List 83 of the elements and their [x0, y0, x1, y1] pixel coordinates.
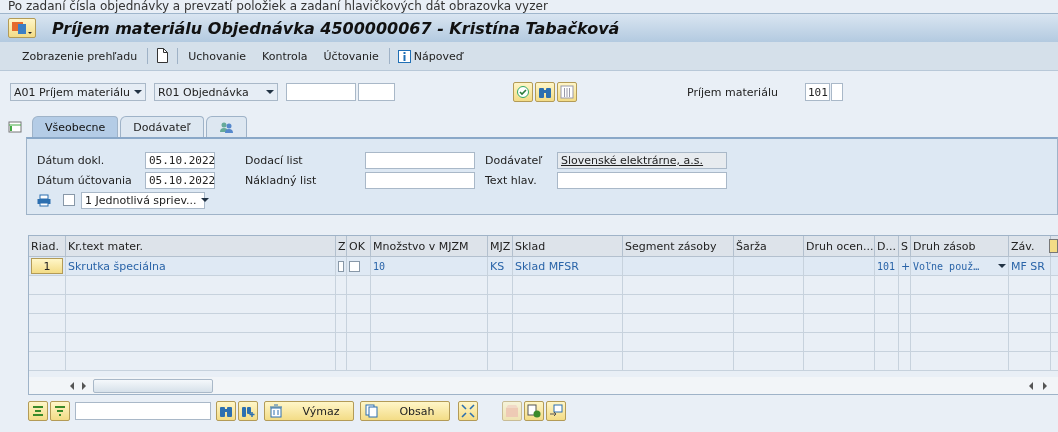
field-label: Nákladný list: [245, 173, 318, 187]
action-dropdown[interactable]: A01 Príjem materiálu: [10, 83, 146, 101]
copy-icon: [365, 404, 379, 418]
table-cell: 10: [371, 257, 488, 275]
column-header[interactable]: Z: [336, 236, 347, 256]
input-field[interactable]: 05.10.2022: [145, 151, 215, 169]
column-header[interactable]: Riad.: [29, 236, 66, 256]
movement-type-field[interactable]: 101: [804, 83, 830, 101]
document-number-field[interactable]: [285, 83, 356, 101]
input-field[interactable]: Slovenské elektrárne, a.s.: [557, 151, 727, 169]
column-header[interactable]: Šarža: [734, 236, 804, 256]
new-document-icon[interactable]: [156, 48, 170, 64]
field-label: Dodávateľ: [485, 153, 544, 167]
tab[interactable]: Dodávateľ: [120, 116, 204, 137]
column-header[interactable]: Druh ocen...: [804, 236, 875, 256]
field-label: Dátum dokl.: [37, 153, 106, 167]
execute-icon[interactable]: [512, 82, 533, 102]
toolbar-button[interactable]: Kontrola: [254, 47, 316, 65]
column-header[interactable]: Sklad: [513, 236, 623, 256]
checkbox[interactable]: [338, 260, 344, 272]
toolbar-button[interactable]: Zobrazenie prehľadu: [14, 47, 146, 65]
info-icon: [397, 49, 411, 63]
input-field[interactable]: 05.10.2022: [145, 171, 215, 189]
toolbar-button[interactable]: Účtovanie: [315, 47, 387, 65]
columns-icon[interactable]: [556, 82, 577, 102]
row-number-button[interactable]: 1: [31, 258, 63, 274]
people-tab[interactable]: [205, 116, 247, 137]
help-button[interactable]: Nápoveď: [391, 47, 469, 65]
printer-icon: [37, 193, 51, 207]
column-header[interactable]: S: [899, 236, 911, 256]
column-header[interactable]: MJZ: [488, 236, 513, 256]
field-label: Dodací list: [245, 153, 304, 167]
caret-icon: [200, 198, 209, 202]
filter-icon[interactable]: [50, 401, 70, 421]
field-label: Text hlav.: [485, 173, 538, 187]
scroll-right-icon[interactable]: [81, 381, 87, 390]
input-field[interactable]: [365, 171, 475, 189]
expand-icon[interactable]: [458, 401, 478, 421]
input-field[interactable]: [557, 171, 727, 189]
people-icon: [218, 121, 234, 133]
transfer-icon[interactable]: [546, 401, 566, 421]
system-menu-button[interactable]: [8, 18, 36, 38]
print-checkbox[interactable]: [63, 194, 75, 206]
table-cell: 101: [875, 257, 899, 275]
caret-icon: [265, 90, 274, 94]
column-header[interactable]: Segment zásoby: [623, 236, 734, 256]
document-text: Po zadaní čísla objednávky a prevzatí položiek a zadaní hlavičkových dát obrazovka vyzer: [8, 0, 549, 13]
caret-icon: [133, 90, 142, 94]
window-title: Príjem materiálu Objednávka 4500000067 - Kristína Tabačková: [52, 18, 620, 38]
toolbar-button[interactable]: Obsah: [360, 401, 450, 421]
reference-dropdown[interactable]: R01 Objednávka: [153, 83, 278, 101]
column-header[interactable]: Kr.text mater.: [66, 236, 336, 256]
table-cell: Skrutka špeciálna: [66, 257, 336, 275]
input-field[interactable]: [365, 151, 475, 169]
table-cell: MF SR: [1009, 257, 1051, 275]
tab[interactable]: Všeobecne: [32, 116, 119, 137]
add-row-icon[interactable]: [524, 401, 544, 421]
binoculars-icon[interactable]: [216, 401, 236, 421]
caret-icon: [998, 264, 1006, 268]
column-header[interactable]: OK: [347, 236, 371, 256]
document-year-field[interactable]: [357, 83, 395, 101]
scroll-left-icon[interactable]: [1028, 381, 1034, 390]
column-header[interactable]: D...: [875, 236, 899, 256]
table-cell: KS: [488, 257, 513, 275]
trash-icon: [269, 404, 283, 418]
toolbar-button[interactable]: Uchovanie: [180, 47, 255, 65]
binoculars-icon[interactable]: [534, 82, 555, 102]
align-icon[interactable]: [28, 401, 48, 421]
search-field[interactable]: [75, 402, 211, 420]
scroll-left-icon[interactable]: [69, 381, 75, 390]
stock-type-dropdown[interactable]: Voľne použ…: [913, 260, 1006, 272]
table-cell: Sklad MFSR: [513, 257, 623, 275]
toolbar-button[interactable]: Výmaz: [264, 401, 354, 421]
movement-type-label: Príjem materiálu: [686, 85, 779, 99]
checkbox[interactable]: [349, 260, 360, 272]
binoculars-plus-icon[interactable]: [238, 401, 258, 421]
scrollbar-thumb[interactable]: [93, 378, 213, 393]
field-label: Dátum účtovania: [37, 173, 133, 187]
column-header[interactable]: Druh zásob: [911, 236, 1009, 256]
scroll-right-icon[interactable]: [1042, 381, 1048, 390]
table-cell: +: [899, 257, 911, 275]
column-header[interactable]: Množstvo v MJZM: [371, 236, 488, 256]
movement-indicator-field[interactable]: [830, 83, 843, 101]
